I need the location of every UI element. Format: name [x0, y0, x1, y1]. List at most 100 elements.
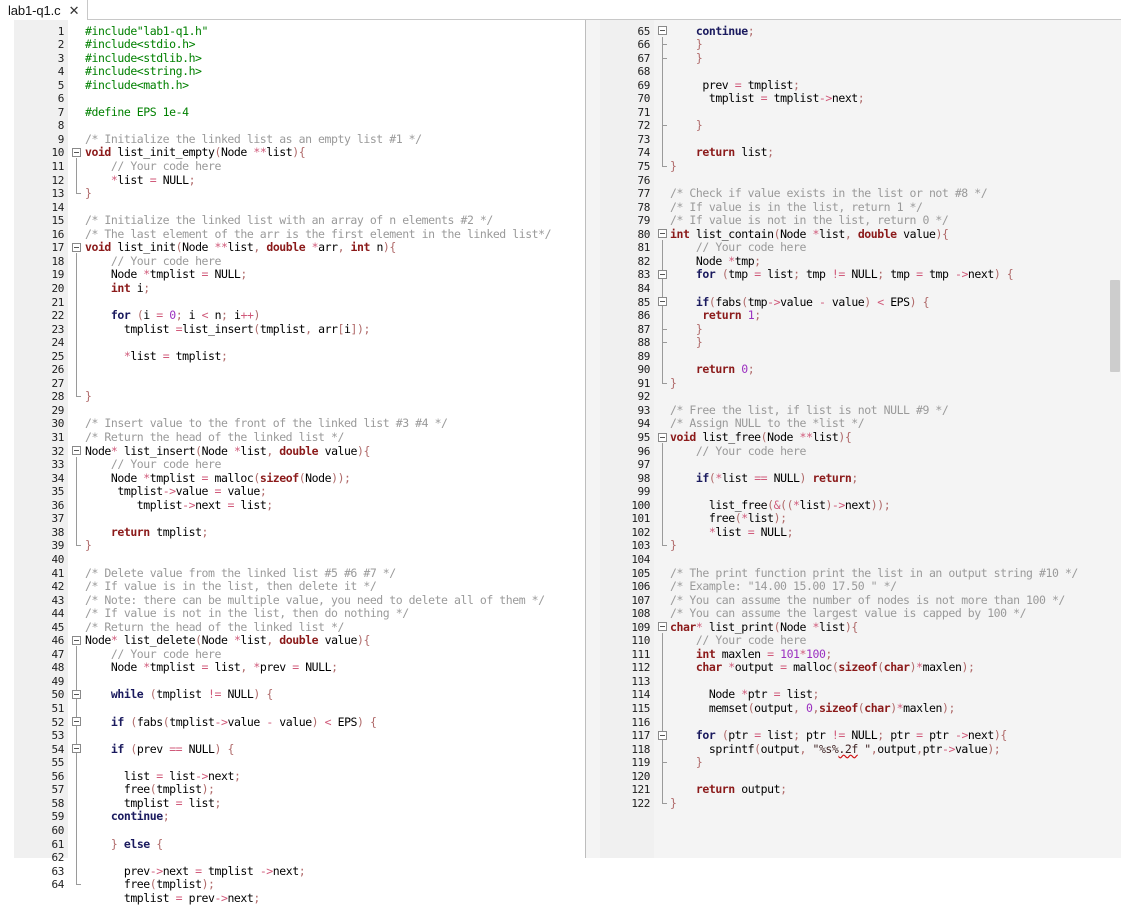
code-line[interactable]: [85, 336, 91, 350]
code-line[interactable]: continue;: [85, 810, 170, 824]
code-line[interactable]: // Your code here: [85, 159, 222, 174]
code-line[interactable]: Node *tmp;: [670, 254, 761, 269]
code-line[interactable]: free(tmplist);: [85, 783, 215, 797]
code-line[interactable]: [85, 756, 91, 770]
code-text-right[interactable]: continue; } } prev = tmplist; tmplist = …: [670, 20, 1121, 858]
code-line[interactable]: [85, 377, 91, 391]
code-line[interactable]: }: [670, 37, 703, 52]
code-line[interactable]: /* If value is in the list, then delete …: [85, 579, 377, 594]
code-line[interactable]: }: [670, 376, 677, 391]
code-line[interactable]: // Your code here: [670, 633, 807, 648]
code-line[interactable]: /* If value is in the list, return 1 */: [670, 200, 923, 215]
fold-toggle-icon[interactable]: [658, 26, 667, 35]
code-line[interactable]: int i;: [85, 281, 150, 296]
code-line[interactable]: Node *tmplist = malloc(sizeof(Node));: [85, 471, 351, 486]
vertical-scrollbar[interactable]: [1109, 20, 1121, 858]
fold-toggle-icon[interactable]: [658, 297, 667, 306]
code-line[interactable]: char* list_print(Node *list){: [670, 620, 858, 635]
code-line[interactable]: }: [670, 335, 703, 350]
code-line[interactable]: void list_init_empty(Node **list){: [85, 146, 306, 160]
code-line[interactable]: prev = tmplist;: [670, 78, 800, 93]
code-line[interactable]: free(*list);: [670, 512, 787, 526]
code-line[interactable]: }: [670, 755, 703, 770]
code-line[interactable]: /* Free the list, if list is not NULL #9…: [670, 403, 949, 418]
code-line[interactable]: [85, 702, 91, 716]
code-line[interactable]: [670, 174, 676, 188]
code-line[interactable]: #include<string.h>: [85, 64, 202, 79]
code-text-left[interactable]: #include"lab1-q1.h" #include<stdio.h> #inc…: [85, 20, 585, 905]
code-line[interactable]: [670, 770, 676, 784]
code-line[interactable]: [670, 65, 676, 79]
code-line[interactable]: }: [670, 119, 703, 133]
code-line[interactable]: [670, 133, 676, 147]
code-line[interactable]: }: [85, 539, 92, 553]
code-line[interactable]: // Your code here: [670, 444, 807, 459]
code-line[interactable]: [670, 675, 676, 689]
fold-toggle-icon[interactable]: [658, 269, 667, 279]
code-line[interactable]: }: [670, 159, 677, 174]
code-line[interactable]: void list_free(Node **list){: [670, 430, 852, 445]
code-line[interactable]: char *output = malloc(sizeof(char)*maxle…: [670, 661, 975, 675]
code-line[interactable]: /* The print function print the list in …: [670, 566, 1078, 581]
code-line[interactable]: /* Example: "14.00 15.00 17.50 " */: [670, 579, 897, 594]
code-line[interactable]: while (tmplist != NULL) {: [85, 688, 273, 702]
code-line[interactable]: /* You can assume the largest value is c…: [670, 606, 1027, 621]
code-line[interactable]: [670, 458, 676, 472]
code-line[interactable]: tmplist = list;: [85, 796, 222, 811]
code-line[interactable]: }: [670, 539, 677, 553]
code-line[interactable]: }: [670, 322, 703, 337]
code-line[interactable]: [85, 404, 91, 418]
code-line[interactable]: } else {: [85, 837, 163, 852]
code-line[interactable]: Node* list_insert(Node *list, double val…: [85, 444, 370, 459]
code-line[interactable]: /* Insert value to the front of the link…: [85, 417, 448, 431]
code-line[interactable]: }: [85, 186, 92, 201]
fold-toggle-icon[interactable]: [658, 432, 667, 442]
code-line[interactable]: Node *ptr = list;: [670, 688, 820, 702]
code-line[interactable]: return list;: [670, 146, 774, 160]
code-line[interactable]: int maxlen = 101*100;: [670, 647, 832, 662]
scrollbar-thumb[interactable]: [1110, 279, 1120, 372]
code-line[interactable]: #include<stdlib.h>: [85, 51, 202, 66]
fold-toggle-icon[interactable]: [72, 744, 81, 754]
code-line[interactable]: if (prev == NULL) {: [85, 742, 235, 757]
code-line[interactable]: tmplist = tmplist->next;: [670, 91, 865, 106]
tab-lab1-q1-c[interactable]: lab1-q1.c ✕: [0, 0, 88, 20]
code-line[interactable]: prev->next = tmplist ->next;: [85, 864, 306, 879]
code-pane-right[interactable]: 65 66 67 68 69 70 71 72 73 74 75 76 77 78 79 80 81 82 83 84…: [600, 20, 1121, 858]
fold-toggle-icon[interactable]: [658, 229, 667, 239]
code-line[interactable]: if (fabs(tmplist->value - value) < EPS) …: [85, 715, 377, 730]
code-line[interactable]: [85, 824, 91, 838]
code-line[interactable]: *list = NULL;: [85, 173, 196, 188]
code-line[interactable]: return tmplist;: [85, 525, 209, 540]
code-line[interactable]: /* Initialize the linked list with an ar…: [85, 213, 493, 228]
fold-toggle-icon[interactable]: [72, 147, 81, 157]
code-line[interactable]: /* Note: there can be multiple value, yo…: [85, 593, 545, 608]
code-line[interactable]: free(tmplist);: [85, 877, 215, 892]
code-line[interactable]: return 0;: [670, 362, 755, 377]
fold-marker-column-left[interactable]: [68, 20, 84, 886]
code-line[interactable]: [85, 675, 91, 689]
fold-toggle-icon[interactable]: [72, 242, 81, 252]
code-line[interactable]: [85, 296, 91, 310]
code-line[interactable]: #include<stdio.h>: [85, 37, 196, 52]
code-line[interactable]: sprintf(output, "%s%.2f ",output,ptr->va…: [670, 742, 1001, 757]
code-line[interactable]: tmplist->next = list;: [85, 498, 273, 513]
code-line[interactable]: [670, 390, 676, 404]
fold-toggle-icon[interactable]: [658, 730, 667, 740]
code-line[interactable]: /* You can assume the number of nodes is…: [670, 593, 1065, 608]
code-line[interactable]: [85, 363, 91, 377]
code-line[interactable]: for (i = 0; i < n; i++): [85, 308, 261, 323]
fold-toggle-icon[interactable]: [72, 635, 81, 645]
code-line[interactable]: // Your code here: [85, 457, 222, 472]
code-line[interactable]: Node *tmplist = NULL;: [85, 268, 247, 282]
code-line[interactable]: continue;: [670, 24, 755, 39]
code-pane-left[interactable]: 1 2 3 4 5 6 7 8 9 10 11 12 13 14 15 16 17 18 19 20 21 22 23 24 2…: [0, 20, 588, 905]
code-line[interactable]: if(*list == NULL) return;: [670, 471, 858, 486]
close-icon[interactable]: ✕: [68, 4, 81, 17]
code-line[interactable]: [85, 729, 91, 743]
code-line[interactable]: [670, 282, 676, 296]
code-line[interactable]: // Your code here: [85, 254, 222, 269]
code-line[interactable]: tmplist->value = value;: [85, 484, 266, 499]
code-line[interactable]: memset(output, 0,sizeof(char)*maxlen);: [670, 701, 956, 716]
code-line[interactable]: [670, 106, 676, 120]
